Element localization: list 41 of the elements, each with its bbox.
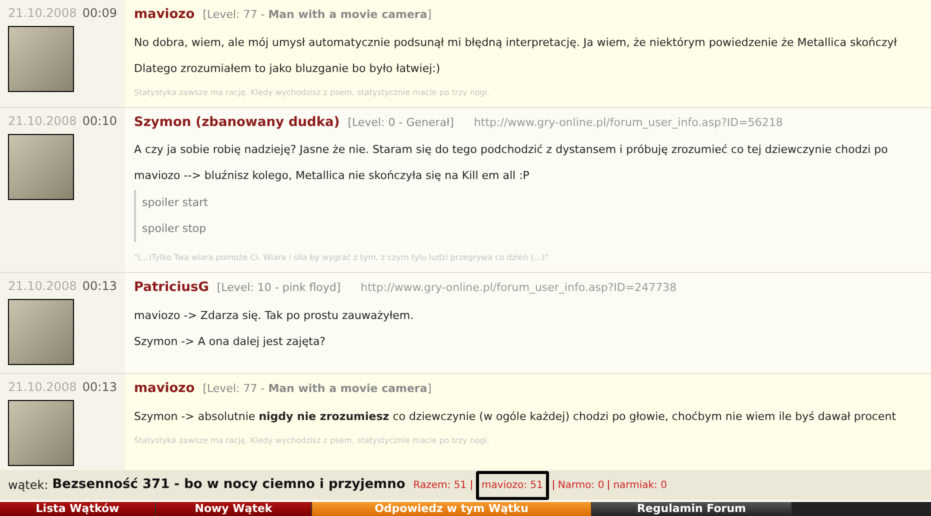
signature: Statystyka zawsze ma rację. Kiedy wychodzisz z psem, statystycznie macie po trzy nogi. — [134, 434, 490, 446]
user-level: [Level: 10 - pink floyd] — [216, 280, 341, 296]
user-level: [Level: 77 - Man with a movie camera] — [202, 381, 432, 397]
spoiler-marker: spoiler start — [142, 195, 209, 211]
nav-button[interactable]: Nowy Wątek — [156, 502, 312, 516]
nav-button[interactable]: Regulamin Forum — [592, 502, 792, 516]
user-level: [Level: 77 - Man with a movie camera] — [202, 7, 432, 23]
post-count: Narmo: 0 — [558, 478, 604, 492]
thread-title: Bezsenność 371 - bo w nocy ciemno i przyjemno — [52, 476, 406, 494]
post-date: 21.10.2008 — [8, 279, 77, 293]
post-text: Szymon -> A ona dalej jest zajęta? — [134, 334, 326, 350]
post-date: 21.10.2008 — [8, 6, 77, 20]
post-time: 00:10 — [82, 114, 117, 128]
signature: "(...)Tylko Twa wiara pomoże Ci. Wiara i siła by wygrać z tym, z czym tylu ludzi przegrywa co dzień (...)" — [134, 252, 548, 264]
post-time: 00:13 — [82, 380, 117, 394]
post-text: maviozo --> bluźnisz kolego, Metallica nie skończyła się na Kill em all :P — [134, 168, 530, 184]
spoiler-marker: spoiler stop — [142, 221, 208, 237]
post-text: A czy ja sobie robię nadzieję? Jasne że nie. Staram się do tego podchodzić z dystansem i próbuję zrozumieć co tej dziewczynie chodzi po — [134, 142, 888, 158]
avatar-image — [8, 400, 74, 466]
author-name[interactable]: Szymon (zbanowany dudka) — [134, 112, 340, 132]
user-level: [Level: 0 - Generał] — [348, 114, 454, 130]
post-count: narmiak: 0 — [613, 478, 667, 492]
post-time: 00:13 — [82, 279, 117, 293]
author-name[interactable]: maviozo — [134, 5, 195, 24]
avatar-image — [8, 134, 74, 200]
post-time: 00:09 — [82, 6, 117, 20]
post-date: 21.10.2008 — [8, 380, 77, 394]
author-name[interactable]: maviozo — [134, 379, 195, 398]
signature: Statystyka zawsze ma rację. Kiedy wychodzisz z psem, statystycznie macie po trzy nogi. — [134, 86, 490, 98]
post-date: 21.10.2008 — [8, 114, 77, 128]
post-count: Razem: 51 — [413, 478, 467, 492]
post-text: maviozo -> Zdarza się. Tak po prostu zauważyłem. — [134, 308, 414, 324]
post-text: Dlatego zrozumiałem to jako bluzganie bo było łatwiej:) — [134, 60, 440, 76]
avatar-image — [8, 299, 74, 365]
avatar-image — [8, 26, 74, 92]
post-count: maviozo: 51 — [476, 470, 549, 500]
post-text: Szymon -> absolutnie nigdy nie zrozumiesz co dziewczynie (w ogóle każdej) chodzi po głowie, choćbym nie wiem ile byś dawał procent — [134, 408, 896, 424]
post-text: No dobra, wiem, ale mój umysł automatycznie podsunął mi błędną interpretację. Ja wiem, że niektórym powiedzenie że Metallica skończył — [134, 34, 897, 50]
nav-button[interactable]: Lista Wątków — [0, 502, 156, 516]
author-name[interactable]: PatriciusG — [134, 278, 209, 298]
thread-label: wątek: — [8, 477, 48, 494]
